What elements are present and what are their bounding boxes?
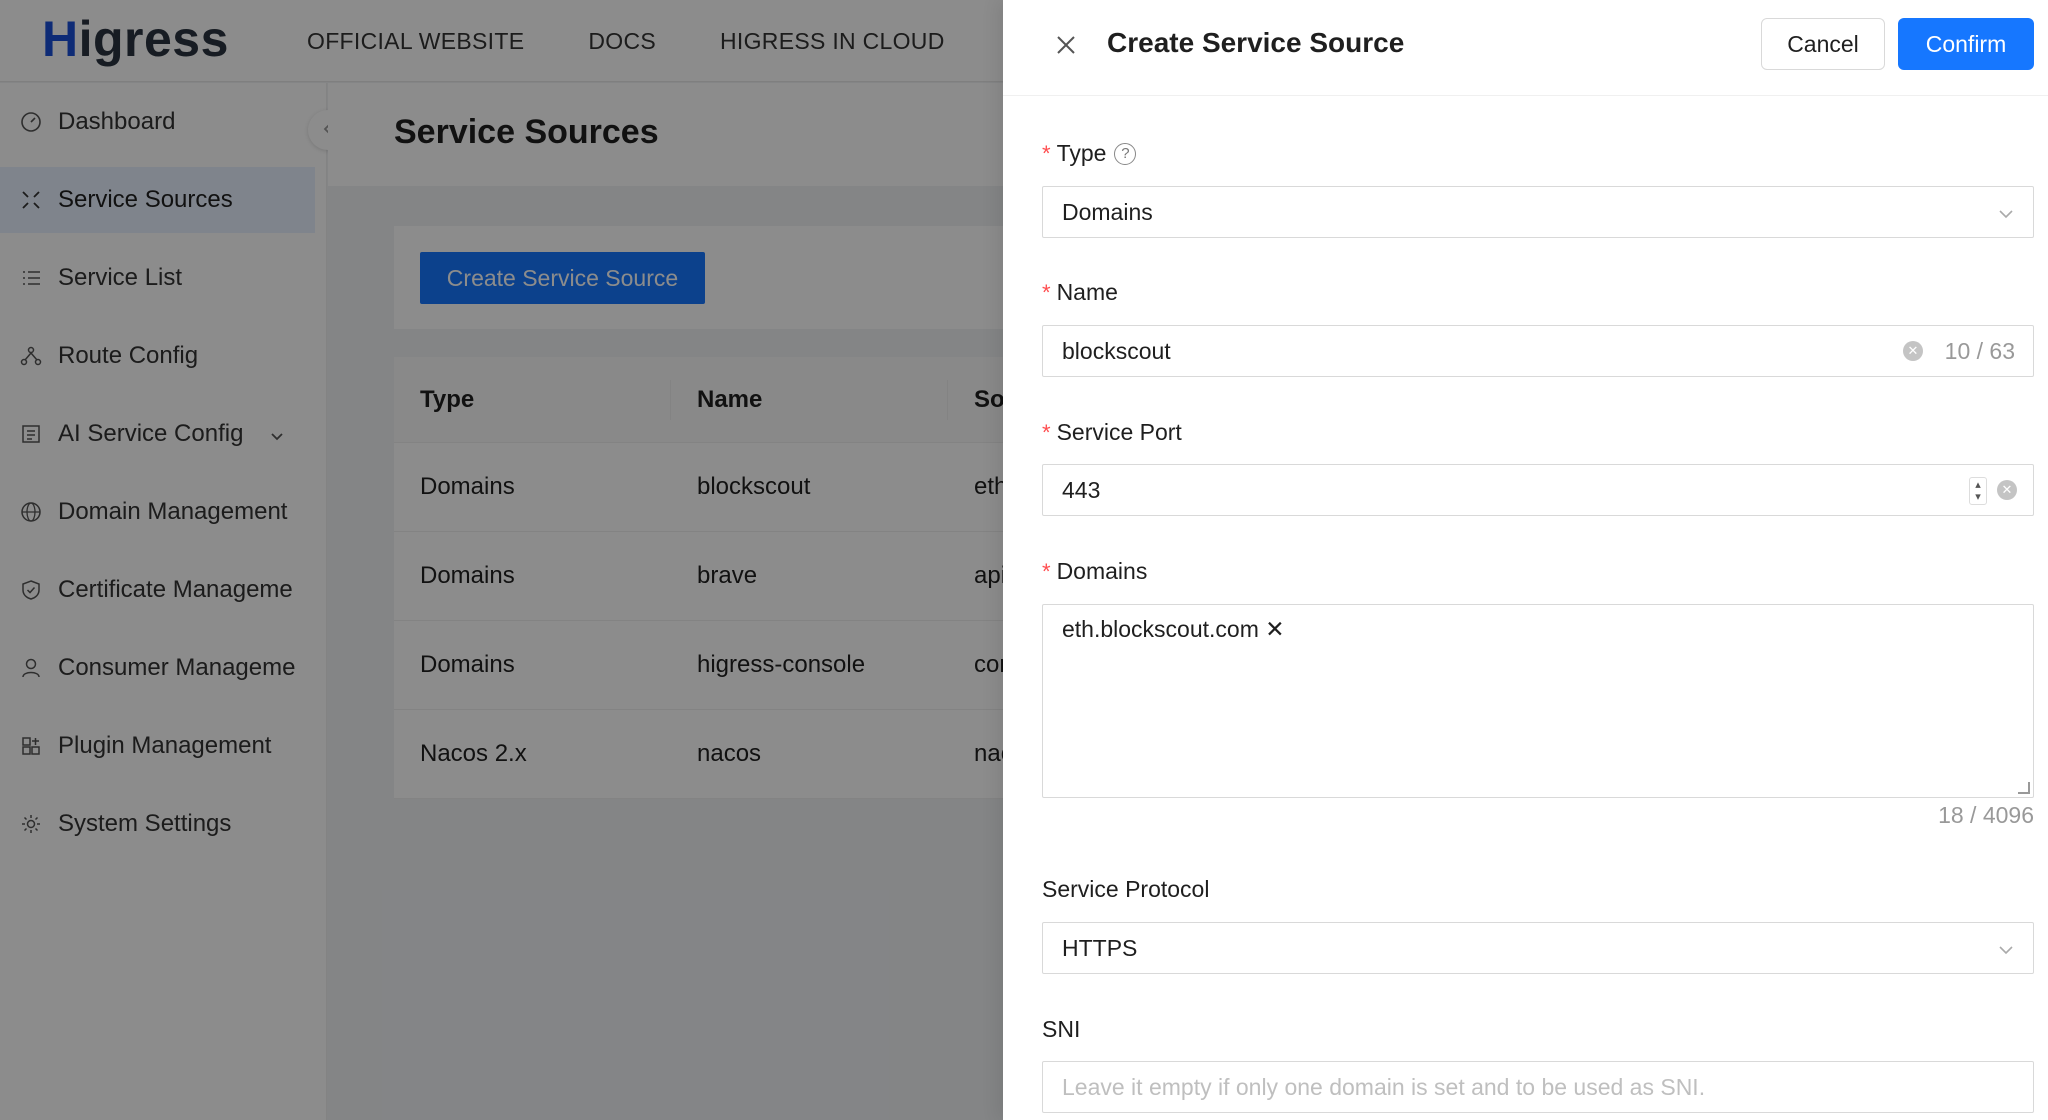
domains-label: * Domains [1042,558,1147,585]
chevron-down-icon [1997,202,2015,229]
clear-icon[interactable]: ✕ [1265,616,1284,642]
drawer-header: Create Service Source Cancel Confirm [1003,0,2048,96]
resize-handle[interactable] [2018,782,2030,794]
name-input[interactable]: blockscout ✕ 10 / 63 [1042,325,2034,377]
stepper-up-icon[interactable]: ▴ [1975,479,1981,491]
domains-value: eth.blockscout.com [1062,616,1259,642]
drawer-title: Create Service Source [1107,27,1405,58]
create-service-source-drawer: Create Service Source Cancel Confirm * T… [1003,0,2048,1120]
sni-label: SNI [1042,1016,1080,1043]
domains-textarea[interactable]: eth.blockscout.com ✕ [1042,604,2034,798]
service-protocol-select[interactable]: HTTPS [1042,922,2034,974]
clear-icon[interactable]: ✕ [1903,341,1923,361]
service-port-label-text: Service Port [1056,419,1182,445]
sni-input[interactable]: Leave it empty if only one domain is set… [1042,1061,2034,1113]
required-mark: * [1042,140,1051,166]
sni-label-text: SNI [1042,1016,1081,1042]
required-mark: * [1042,558,1051,584]
service-port-input[interactable]: 443 ▴ ▾ ✕ [1042,464,2034,516]
sni-placeholder: Leave it empty if only one domain is set… [1062,1073,1706,1100]
type-select[interactable]: Domains [1042,186,2034,238]
required-mark: * [1042,279,1051,305]
confirm-button[interactable]: Confirm [1898,18,2034,70]
cancel-button[interactable]: Cancel [1761,18,1885,70]
chevron-down-icon [1997,938,2015,965]
service-protocol-label-text: Service Protocol [1042,876,1210,902]
type-label-text: Type [1056,140,1107,166]
question-circle-icon[interactable]: ? [1114,142,1137,165]
required-mark: * [1042,419,1051,445]
domains-char-count: 18 / 4096 [1938,802,2034,828]
type-select-value: Domains [1062,198,1153,225]
type-label: * Type ? [1042,140,1137,167]
name-label-text: Name [1056,279,1118,305]
stepper-down-icon[interactable]: ▾ [1975,491,1981,503]
service-port-label: * Service Port [1042,419,1182,446]
service-port-value: 443 [1062,476,1101,503]
domains-label-text: Domains [1056,558,1148,584]
clear-icon[interactable]: ✕ [1997,480,2017,500]
name-input-value: blockscout [1062,337,1171,364]
close-icon[interactable] [1049,28,1083,62]
service-protocol-value: HTTPS [1062,934,1138,961]
number-stepper[interactable]: ▴ ▾ [1969,477,1987,505]
name-label: * Name [1042,279,1118,306]
service-protocol-label: Service Protocol [1042,876,1209,903]
name-char-count: 10 / 63 [1944,337,2015,364]
